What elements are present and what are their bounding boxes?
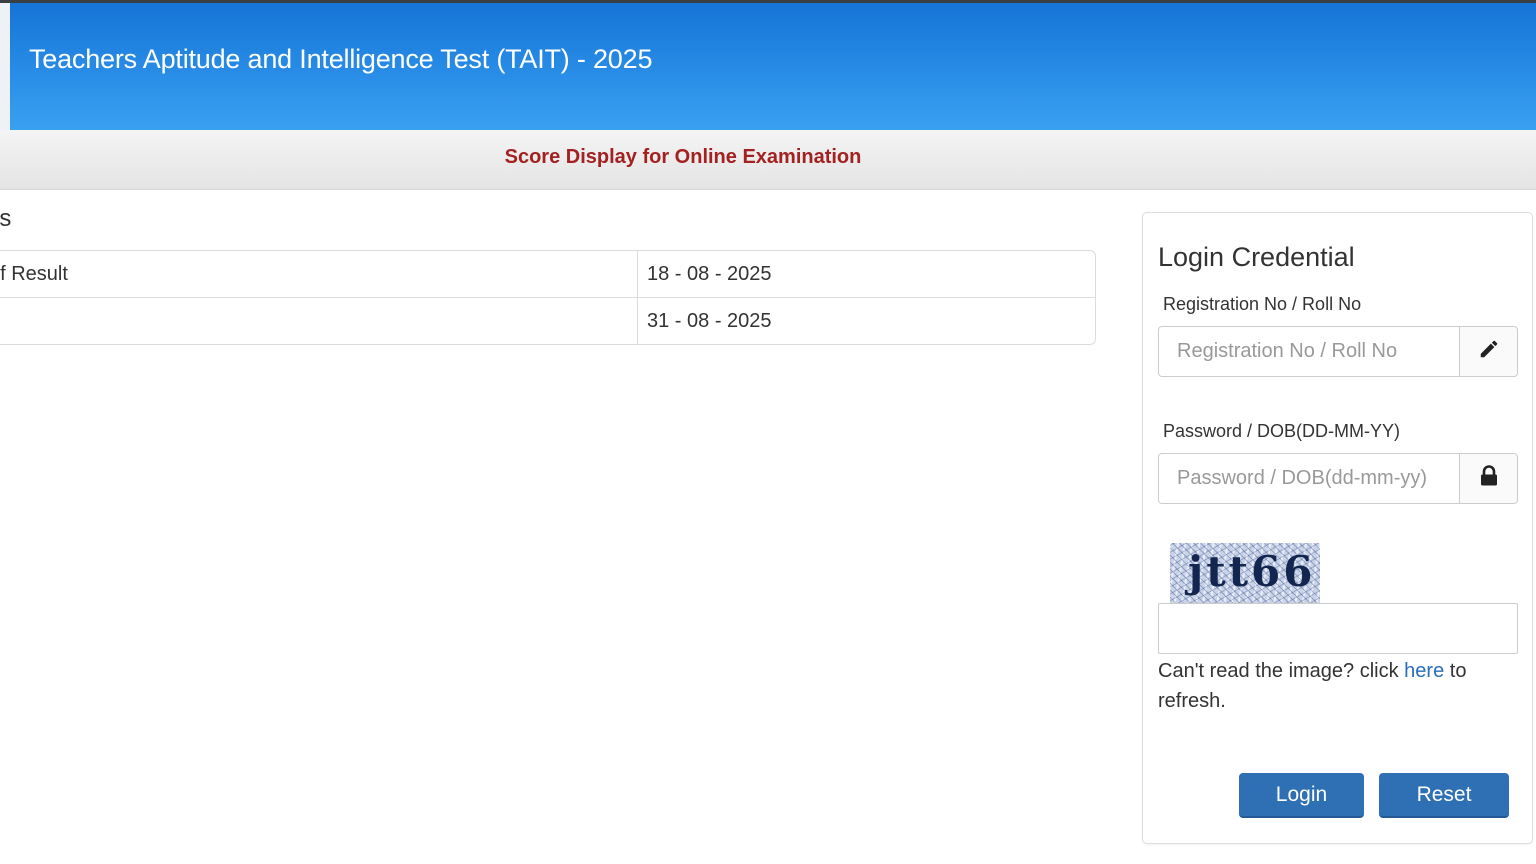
table-cell-label [0, 298, 638, 344]
table-cell-label: of Result [0, 251, 638, 297]
login-button[interactable]: Login [1239, 773, 1364, 818]
page-header: Teachers Aptitude and Intelligence Test … [10, 3, 1536, 130]
password-label: Password / DOB(DD-MM-YY) [1163, 421, 1401, 441]
login-panel: Login Credential Registration No / Roll … [1142, 212, 1533, 844]
important-dates-table: of Result 18 - 08 - 2025 31 - 08 - 2025 [0, 250, 1096, 345]
login-panel-title: Login Credential [1158, 242, 1355, 272]
password-input-group [1158, 453, 1518, 504]
header-left-edge [0, 3, 10, 130]
subheader-bar: Score Display for Online Examination [0, 130, 1536, 190]
registration-addon [1459, 327, 1517, 376]
lock-icon [1479, 465, 1499, 492]
registration-input-group [1158, 326, 1518, 377]
refresh-captcha-link[interactable]: here [1404, 660, 1444, 682]
refresh-prefix: Can't read the image? click [1158, 660, 1405, 682]
registration-input[interactable] [1159, 327, 1459, 376]
captcha-image: jtt66 [1170, 543, 1320, 605]
captcha-text: jtt66 [1188, 547, 1316, 596]
subheader-title: Score Display for Online Examination [504, 146, 862, 168]
password-addon [1459, 454, 1517, 503]
reset-button[interactable]: Reset [1379, 773, 1509, 818]
registration-label: Registration No / Roll No [1163, 294, 1362, 314]
captcha-refresh-text: Can't read the image? click here to refr… [1158, 656, 1518, 716]
page-title: Teachers Aptitude and Intelligence Test … [29, 44, 653, 74]
table-cell-date: 31 - 08 - 2025 [647, 310, 772, 332]
table-row: of Result 18 - 08 - 2025 [0, 251, 1095, 298]
pencil-icon [1478, 338, 1500, 365]
password-input[interactable] [1159, 454, 1459, 503]
table-cell-date: 18 - 08 - 2025 [647, 262, 772, 285]
captcha-input[interactable] [1158, 603, 1518, 654]
important-dates-heading: es [0, 205, 12, 232]
table-cell-label-text: of Result [0, 262, 68, 285]
table-row: 31 - 08 - 2025 [0, 298, 1095, 344]
